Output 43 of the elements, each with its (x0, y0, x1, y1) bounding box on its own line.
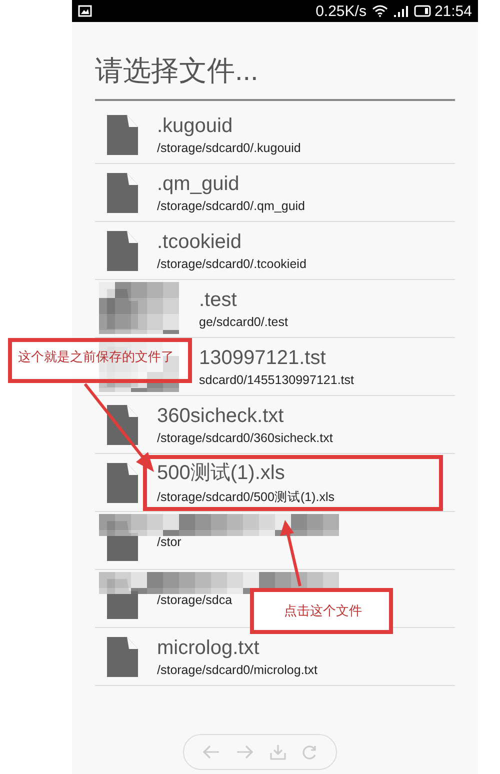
file-name: microlog.txt (157, 636, 260, 660)
refresh-icon[interactable] (302, 744, 318, 760)
file-path: ge/sdcard0/.test (199, 314, 288, 328)
file-item[interactable]: 360sicheck.txt /storage/sdcard0/360sicheck.txt (95, 396, 333, 453)
file-path: /storage/sdcard0/microlog.txt (157, 662, 318, 676)
image-icon (78, 5, 92, 17)
file-item[interactable]: .kugouid /storage/sdcard0/.kugouid (95, 106, 301, 163)
file-path: /storage/sdcard0/360sicheck.txt (157, 430, 333, 444)
download-icon[interactable] (270, 744, 286, 760)
file-icon (107, 636, 138, 676)
file-item[interactable]: .qm_guid /storage/sdcard0/.qm_guid (95, 164, 306, 221)
file-icon (107, 114, 138, 154)
file-name: .kugouid (157, 114, 234, 138)
signal-icon (394, 5, 408, 17)
arrow (280, 520, 302, 586)
file-path: /storage/sdcard0/500测试(1).xls (157, 489, 336, 506)
file-path: /storage/sdca (157, 593, 232, 607)
file-name: .test (199, 288, 238, 312)
file-path: sdcard0/1455130997121.tst (199, 372, 354, 386)
file-item[interactable]: 500测试(1).xls /storage/sdcard0/500测试(1).xls (95, 454, 443, 511)
clock: 21:54 (434, 2, 472, 20)
file-icon (107, 172, 138, 212)
file-path: /stor (157, 535, 182, 549)
file-name: .tcookieid (157, 230, 242, 254)
back-arrow-icon[interactable] (202, 745, 220, 759)
file-icon (107, 404, 138, 444)
battery-icon (414, 5, 432, 17)
callout-tooltip: 点击这个文件 (250, 588, 393, 634)
file-name: 360sicheck.txt (157, 404, 285, 428)
file-icon (107, 230, 138, 270)
file-name: 130997121.tst (199, 346, 327, 370)
callout-tooltip: 这个就是之前保存的文件了 (8, 338, 192, 383)
file-path: /storage/sdcard0/.qm_guid (157, 198, 306, 212)
wifi-icon (372, 5, 388, 17)
network-speed: 0.25K/s (316, 2, 366, 20)
file-path: /storage/sdcard0/.tcookieid (157, 256, 306, 270)
dialog-title: 请选择文件... (94, 54, 260, 88)
file-path: /storage/sdcard0/.kugouid (157, 140, 301, 154)
file-name: 500测试(1).xls (157, 461, 286, 486)
file-name: .qm_guid (157, 172, 240, 196)
file-icon (107, 462, 138, 502)
file-item[interactable]: .tcookieid /storage/sdcard0/.tcookieid (95, 222, 306, 279)
forward-arrow-icon[interactable] (236, 745, 254, 759)
